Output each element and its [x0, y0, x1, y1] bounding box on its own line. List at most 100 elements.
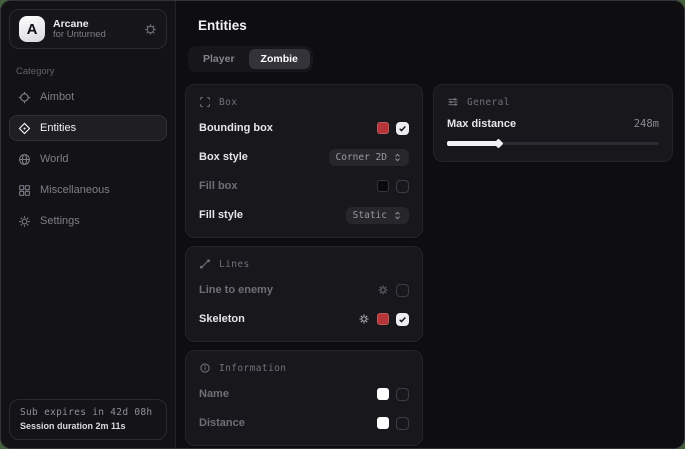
color-swatch[interactable] [377, 313, 389, 325]
box-card-header: Box [199, 96, 409, 108]
chevron-up-down-icon [393, 211, 402, 220]
row-label: Fill style [199, 209, 243, 221]
category-label: Category [16, 66, 167, 77]
left-column: Box Bounding box Box style [185, 84, 423, 446]
feature-row-fill-style: Fill style Static [199, 206, 409, 224]
checkbox[interactable] [396, 122, 409, 135]
color-swatch[interactable] [377, 180, 389, 192]
globe-icon [18, 153, 31, 166]
checkbox[interactable] [396, 180, 409, 193]
fill-style-select[interactable]: Static [346, 207, 409, 224]
card-title: Lines [219, 259, 250, 270]
sidebar-item-aimbot[interactable]: Aimbot [9, 84, 167, 110]
feature-row-bounding-box: Bounding box [199, 119, 409, 137]
max-distance-slider[interactable] [447, 139, 659, 148]
row-controls: Static [346, 207, 409, 224]
feature-row-name: Name [199, 385, 409, 403]
row-label: Distance [199, 417, 245, 429]
app-meta: Arcane for Unturned [53, 18, 136, 41]
row-settings-gear-icon[interactable] [358, 313, 370, 325]
tab-zombie[interactable]: Zombie [249, 49, 310, 69]
feature-row-fill-box: Fill box [199, 177, 409, 195]
gear-icon[interactable] [144, 23, 157, 36]
sliders-icon [447, 96, 459, 108]
card-columns: Box Bounding box Box style [185, 84, 673, 446]
row-label: Skeleton [199, 313, 245, 325]
max-distance-fill [447, 141, 498, 146]
box-style-select[interactable]: Corner 2D [329, 149, 409, 166]
select-value: Corner 2D [336, 152, 387, 163]
lines-card: Lines Line to enemy [185, 246, 423, 342]
sidebar-nav: Aimbot Entities World [9, 84, 167, 234]
max-distance-row: Max distance 248m [447, 118, 659, 130]
checkbox[interactable] [396, 313, 409, 326]
color-swatch[interactable] [377, 122, 389, 134]
select-value: Static [353, 210, 387, 221]
app-name: Arcane [53, 18, 136, 30]
app-logo: A [19, 16, 45, 42]
row-label: Max distance [447, 118, 516, 130]
tab-group: Player Zombie [188, 46, 313, 72]
sidebar: A Arcane for Unturned Category A [1, 1, 176, 448]
entity-cube-icon [18, 122, 31, 135]
color-swatch[interactable] [377, 417, 389, 429]
row-controls [377, 284, 409, 297]
sidebar-item-label: Settings [40, 215, 80, 227]
app-subtitle: for Unturned [53, 30, 136, 41]
app-window: A Arcane for Unturned Category A [0, 0, 685, 449]
row-controls [377, 180, 409, 193]
sidebar-item-settings[interactable]: Settings [9, 208, 167, 234]
max-distance-value: 248m [634, 118, 659, 130]
subscription-card: Sub expires in 42d 08h Session duration … [9, 399, 167, 440]
color-swatch[interactable] [377, 388, 389, 400]
row-label: Box style [199, 151, 248, 163]
card-title: General [467, 97, 510, 108]
sidebar-item-label: World [40, 153, 69, 165]
right-column: General Max distance 248m [433, 84, 673, 162]
lines-card-header: Lines [199, 258, 409, 270]
diagonal-line-icon [199, 258, 211, 270]
row-controls: Corner 2D [329, 149, 409, 166]
row-controls [358, 313, 409, 326]
sidebar-item-label: Aimbot [40, 91, 74, 103]
general-card-header: General [447, 96, 659, 108]
row-label: Bounding box [199, 122, 273, 134]
crosshair-icon [18, 91, 31, 104]
row-label: Fill box [199, 180, 238, 192]
information-card-header: Information [199, 362, 409, 374]
info-target-icon [199, 362, 211, 374]
sidebar-item-label: Miscellaneous [40, 184, 110, 196]
sidebar-item-world[interactable]: World [9, 146, 167, 172]
row-controls [377, 417, 409, 430]
feature-row-distance: Distance [199, 414, 409, 432]
row-settings-gear-icon[interactable] [377, 284, 389, 296]
checkbox[interactable] [396, 417, 409, 430]
feature-row-skeleton: Skeleton [199, 310, 409, 328]
feature-row-box-style: Box style Corner 2D [199, 148, 409, 166]
feature-row-line-to-enemy: Line to enemy [199, 281, 409, 299]
checkbox[interactable] [396, 284, 409, 297]
subscription-expiry: Sub expires in 42d 08h [20, 407, 156, 418]
sidebar-item-label: Entities [40, 122, 76, 134]
card-title: Box [219, 97, 237, 108]
page-title: Entities [198, 18, 673, 33]
main-panel: Entities Player Zombie Box [176, 1, 685, 448]
scan-box-icon [199, 96, 211, 108]
session-duration: Session duration 2m 11s [20, 421, 156, 431]
row-label: Name [199, 388, 229, 400]
app-header-card: A Arcane for Unturned [9, 9, 167, 49]
tab-player[interactable]: Player [191, 49, 247, 69]
information-card: Information Name Distance [185, 350, 423, 446]
checkbox[interactable] [396, 388, 409, 401]
row-controls [377, 388, 409, 401]
grid-icon [18, 184, 31, 197]
row-label: Line to enemy [199, 284, 273, 296]
general-card: General Max distance 248m [433, 84, 673, 162]
chevron-up-down-icon [393, 153, 402, 162]
card-title: Information [219, 363, 286, 374]
row-controls [377, 122, 409, 135]
gear-icon [18, 215, 31, 228]
sidebar-item-entities[interactable]: Entities [9, 115, 167, 141]
box-card: Box Bounding box Box style [185, 84, 423, 238]
sidebar-item-miscellaneous[interactable]: Miscellaneous [9, 177, 167, 203]
